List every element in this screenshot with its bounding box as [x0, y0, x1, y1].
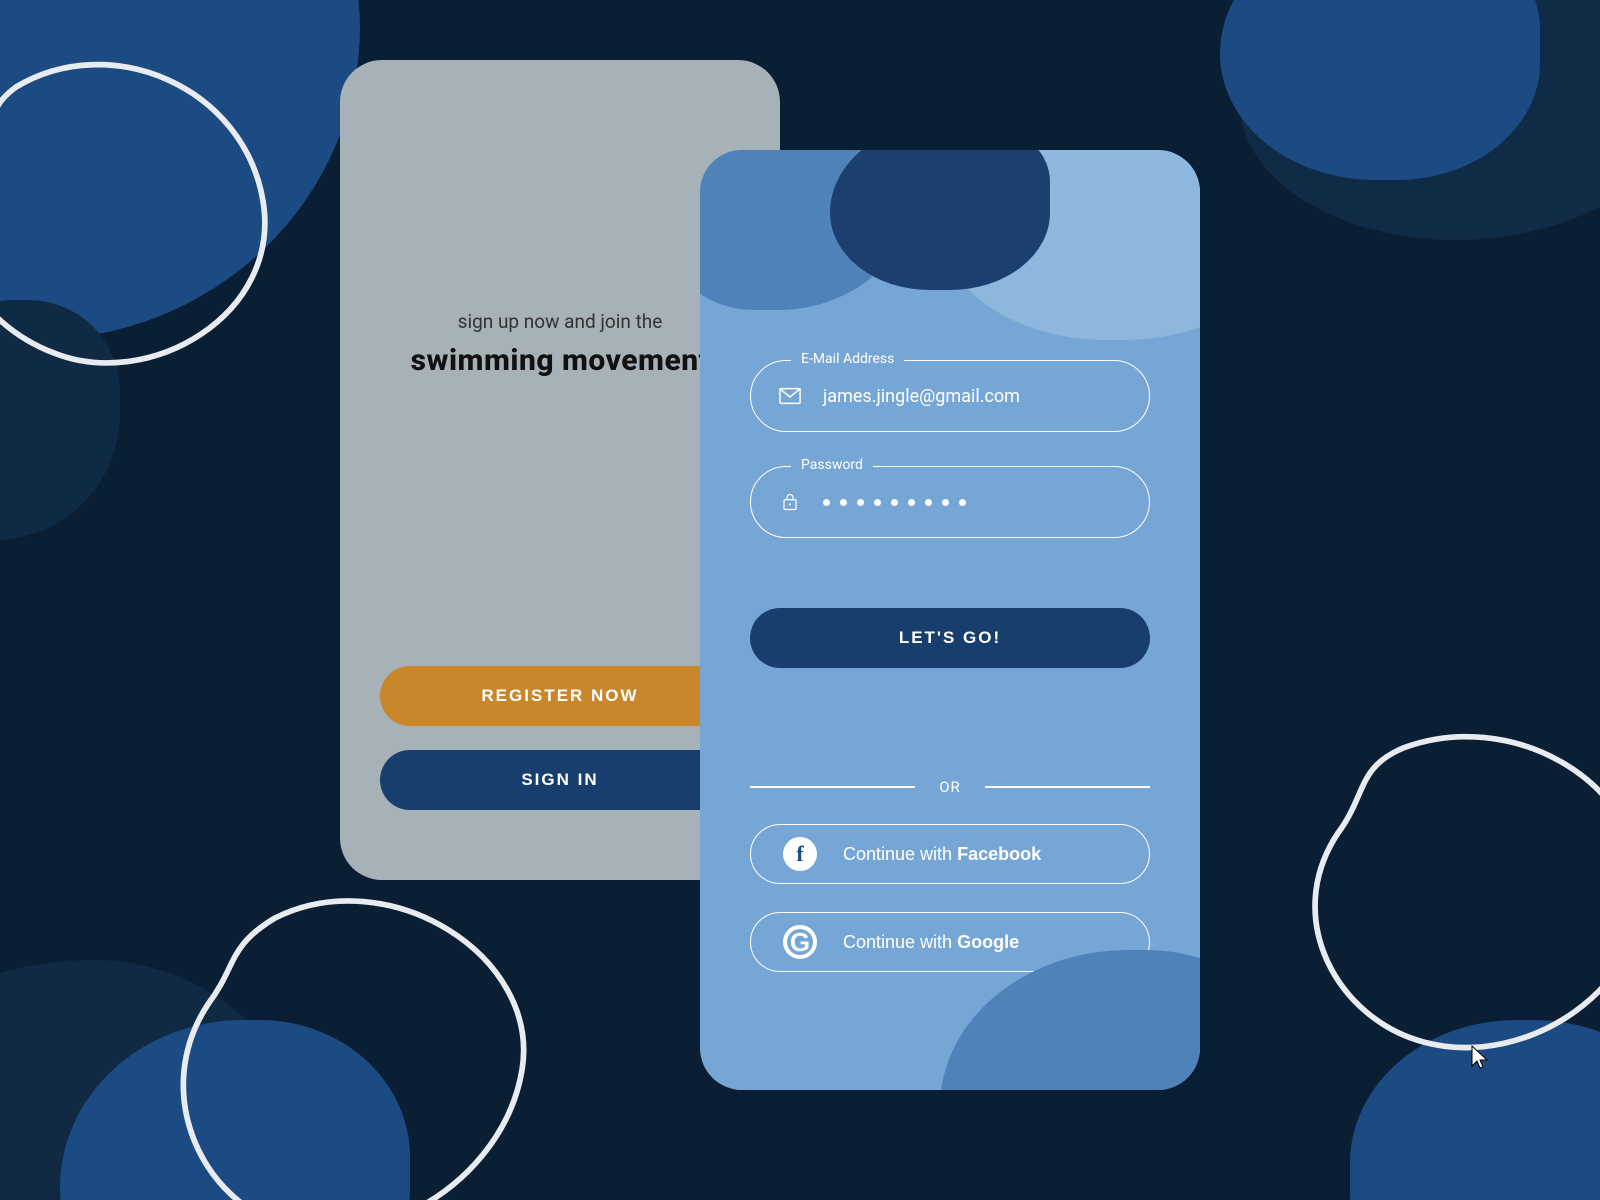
- login-card: E-Mail Address james.jingle@gmail.com Pa…: [700, 150, 1200, 1090]
- mail-icon: [779, 387, 801, 405]
- register-button[interactable]: REGISTER NOW: [380, 666, 740, 726]
- continue-facebook-button[interactable]: f Continue with Facebook: [750, 824, 1150, 884]
- password-value-masked: [823, 499, 966, 506]
- onboarding-tagline: sign up now and join the: [458, 310, 663, 333]
- facebook-icon: f: [783, 837, 817, 871]
- email-label: E-Mail Address: [791, 351, 904, 367]
- divider-label: OR: [939, 778, 961, 796]
- lock-icon: [779, 493, 801, 511]
- decorative-squiggle: [0, 30, 320, 410]
- sign-in-button[interactable]: SIGN IN: [380, 750, 740, 810]
- continue-google-label: Continue with Google: [843, 932, 1019, 953]
- google-icon: G: [783, 925, 817, 959]
- divider-or: OR: [750, 778, 1150, 796]
- submit-button[interactable]: LET'S GO!: [750, 608, 1150, 668]
- cursor-icon: [1470, 1044, 1490, 1070]
- decorative-squiggle: [1300, 700, 1600, 1080]
- email-value: james.jingle@gmail.com: [823, 386, 1121, 407]
- password-field[interactable]: Password: [750, 466, 1150, 538]
- decorative-squiggle: [180, 880, 560, 1200]
- email-field[interactable]: E-Mail Address james.jingle@gmail.com: [750, 360, 1150, 432]
- continue-facebook-label: Continue with Facebook: [843, 844, 1041, 865]
- password-label: Password: [791, 457, 873, 473]
- card-blob: [830, 150, 1050, 290]
- onboarding-headline: swimming movement: [411, 343, 710, 378]
